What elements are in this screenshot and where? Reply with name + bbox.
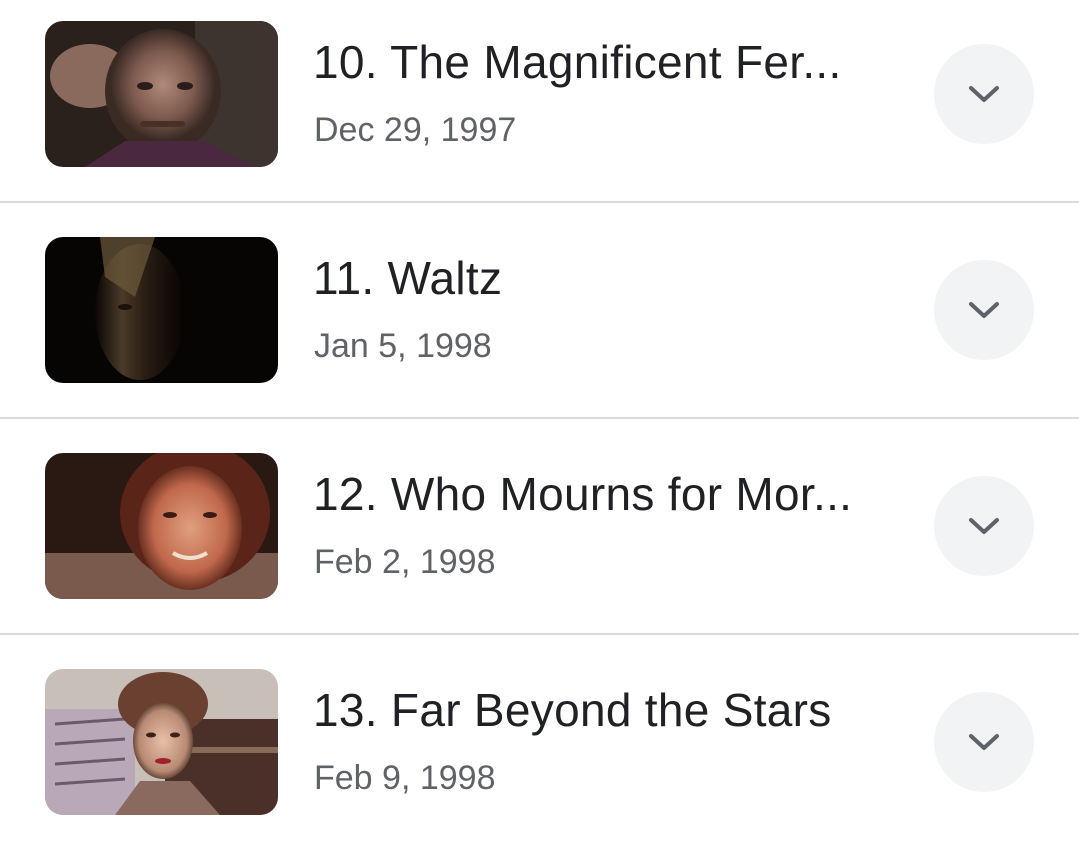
episode-row[interactable]: 10. The Magnificent Fer... Dec 29, 1997	[0, 0, 1079, 215]
episode-thumbnail[interactable]	[45, 453, 278, 599]
episode-air-date: Jan 5, 1998	[314, 327, 492, 365]
divider	[0, 417, 1079, 419]
episode-title[interactable]: 11. Waltz	[313, 248, 903, 308]
episode-title[interactable]: 10. The Magnificent Fer...	[313, 32, 903, 92]
chevron-down-icon	[969, 734, 999, 750]
chevron-down-icon	[969, 518, 999, 534]
episode-row[interactable]: 12. Who Mourns for Mor... Feb 2, 1998	[0, 432, 1079, 647]
episode-title[interactable]: 12. Who Mourns for Mor...	[313, 464, 903, 524]
episode-row[interactable]: 11. Waltz Jan 5, 1998	[0, 216, 1079, 431]
expand-button[interactable]	[934, 476, 1034, 576]
episode-air-date: Dec 29, 1997	[314, 111, 517, 149]
expand-button[interactable]	[934, 692, 1034, 792]
chevron-down-icon	[969, 302, 999, 318]
divider	[0, 633, 1079, 635]
episode-air-date: Feb 9, 1998	[314, 759, 496, 797]
episode-title[interactable]: 13. Far Beyond the Stars	[313, 680, 903, 740]
episode-thumbnail[interactable]	[45, 21, 278, 167]
expand-button[interactable]	[934, 44, 1034, 144]
episode-thumbnail[interactable]	[45, 669, 278, 815]
episode-air-date: Feb 2, 1998	[314, 543, 496, 581]
episode-row[interactable]: 13. Far Beyond the Stars Feb 9, 1998	[0, 648, 1079, 863]
expand-button[interactable]	[934, 260, 1034, 360]
episode-list: 10. The Magnificent Fer... Dec 29, 1997	[0, 0, 1079, 838]
divider	[0, 201, 1079, 203]
chevron-down-icon	[969, 86, 999, 102]
episode-thumbnail[interactable]	[45, 237, 278, 383]
